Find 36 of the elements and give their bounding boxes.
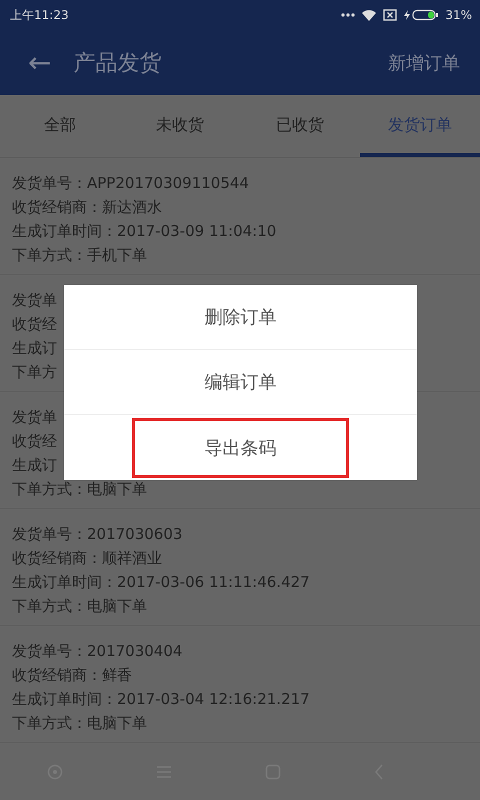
back-button[interactable]: ←	[20, 46, 60, 79]
order-field: 生成订单时间：2017-03-04 12:16:21.217	[12, 687, 310, 711]
wifi-icon	[361, 9, 378, 21]
order-field: 发货单号：APP20170309110544	[12, 171, 249, 195]
more-dots-icon	[341, 13, 356, 17]
order-field: 收货经	[12, 312, 57, 336]
tab[interactable]: 发货订单	[360, 95, 480, 157]
battery-icon	[403, 9, 440, 21]
order-field: 生成订	[12, 453, 57, 477]
order-field: 下单方式：电脑下单	[12, 594, 147, 618]
menu-item[interactable]: 编辑订单	[132, 352, 349, 412]
order-field: 收货经销商：鲜香	[12, 663, 132, 687]
page-title: 产品发货	[73, 50, 162, 78]
order-field: 生成订单时间：2017-03-06 11:11:46.427	[12, 570, 310, 594]
order-field: 收货经销商：顺祥酒业	[12, 546, 162, 570]
menu-item[interactable]: 删除订单	[132, 287, 349, 347]
order-field: 生成订	[12, 336, 57, 360]
order-field: 收货经	[12, 429, 57, 453]
status-time: 上午11:23	[10, 6, 69, 24]
order-field: 下单方式：电脑下单	[12, 711, 147, 735]
menu-item[interactable]: 导出条码	[132, 418, 349, 478]
order-field: 下单方式：手机下单	[12, 243, 147, 267]
order-field: 下单方式：电脑下单	[12, 477, 147, 501]
add-order-button[interactable]: 新增订单	[388, 50, 460, 74]
tab[interactable]: 未收货	[120, 95, 240, 157]
tab[interactable]: 全部	[0, 95, 120, 157]
sim-card-icon	[383, 9, 398, 21]
order-field: 发货单号：2017030603	[12, 522, 182, 546]
order-field: 收货经销商：新达酒水	[12, 195, 162, 219]
order-field: 发货单	[12, 405, 57, 429]
order-field: 下单方	[12, 360, 57, 384]
battery-level: 31%	[445, 8, 472, 22]
order-field: 发货单	[12, 288, 57, 312]
order-field: 生成订单时间：2017-03-09 11:04:10	[12, 219, 276, 243]
tab[interactable]: 已收货	[240, 95, 360, 157]
order-field: 发货单号：2017030404	[12, 639, 182, 663]
